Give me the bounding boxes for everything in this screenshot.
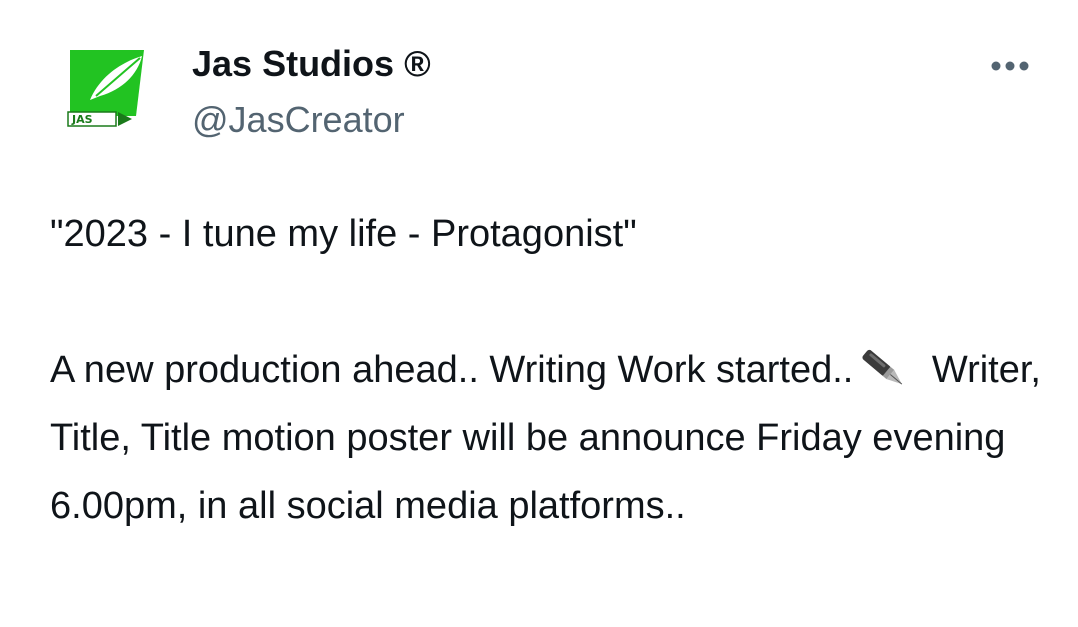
more-options-button[interactable] <box>980 44 1040 88</box>
tweet-paragraph: A new production ahead.. Writing Work st… <box>50 336 1050 540</box>
display-name[interactable]: Jas Studios ® <box>192 38 431 90</box>
tweet-paragraph-part1: A new production ahead.. Writing Work st… <box>50 349 854 391</box>
avatar[interactable]: JAS <box>60 46 152 138</box>
avatar-logo-text: JAS <box>71 113 93 126</box>
fountain-pen-icon <box>855 346 915 390</box>
tweet-quote-line: "2023 - I tune my life - Protagonist" <box>50 213 637 255</box>
tweet-text: "2023 - I tune my life - Protagonist" A … <box>50 200 1050 540</box>
more-horizontal-icon <box>991 61 1029 71</box>
tweet-card: JAS Jas Studios ® @JasCreator "2023 - I … <box>0 0 1078 627</box>
jas-studios-logo-icon: JAS <box>67 50 144 127</box>
author-block: Jas Studios ® @JasCreator <box>192 38 431 146</box>
user-handle[interactable]: @JasCreator <box>192 94 431 146</box>
